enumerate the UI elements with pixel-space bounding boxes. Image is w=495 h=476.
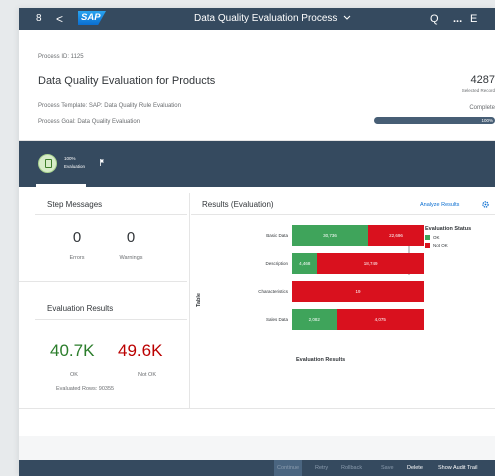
- process-template: Process Template: SAP: Data Quality Rule…: [38, 103, 181, 109]
- step-messages-title: Step Messages: [47, 200, 103, 209]
- page-title: Data Quality Evaluation for Products: [38, 75, 216, 87]
- warnings-label: Warnings: [119, 255, 143, 261]
- bar-segment[interactable]: 30,736: [292, 225, 368, 246]
- chevron-down-icon: [343, 15, 351, 21]
- card-divider: [189, 193, 190, 408]
- continue-button[interactable]: Continue: [274, 460, 303, 476]
- content-area: Step Messages 0 Errors 0 Warnings Evalua…: [19, 187, 495, 436]
- show-audit-trail-button[interactable]: Show Audit Trail: [438, 460, 477, 476]
- footer-toolbar: Continue Retry Rollback Save Delete Show Audi…: [19, 460, 495, 476]
- progress-label: 100%: [481, 118, 493, 123]
- progress-indicator: 100%: [374, 117, 495, 124]
- overflow-icon[interactable]: ...: [453, 8, 462, 30]
- results-title: Results (Evaluation): [202, 200, 274, 209]
- step-percent: 100%: [64, 156, 76, 161]
- chart-y-axis-title: Table: [196, 293, 202, 307]
- chart-x-axis-title: Evaluation Results: [296, 357, 346, 363]
- ok-value[interactable]: 40.7K: [50, 341, 94, 361]
- page: 8 < SAP Data Quality Evaluation Process …: [0, 0, 495, 476]
- save-button[interactable]: Save: [381, 460, 394, 476]
- data-label: 22,696: [389, 233, 403, 238]
- status-label: Complete: [469, 105, 495, 111]
- category-label: Characteristics: [258, 289, 288, 294]
- category-label: Sales Data: [265, 317, 288, 322]
- evaluated-rows: Evaluated Rows: 90355: [56, 386, 115, 392]
- delete-button[interactable]: Delete: [407, 460, 423, 476]
- flag-icon: [100, 159, 104, 166]
- legend-title: Evaluation Status: [425, 226, 472, 232]
- bar-segment[interactable]: 19: [292, 281, 424, 302]
- analyze-results-link[interactable]: Analyze Results: [420, 202, 459, 208]
- results-chart: Table Evaluation Results Evaluation Stat…: [191, 215, 495, 405]
- process-goal: Process Goal: Data Quality Evaluation: [38, 119, 141, 125]
- errors-count[interactable]: 0: [59, 229, 95, 246]
- bar-segment[interactable]: 18,749: [317, 253, 424, 274]
- evaluation-step-button[interactable]: [38, 154, 57, 173]
- anchor-bar: 100% Evaluation: [19, 141, 495, 187]
- clipboard-icon: [45, 159, 52, 168]
- not-ok-value[interactable]: 49.6K: [118, 341, 162, 361]
- shell-bar: 8 < SAP Data Quality Evaluation Process …: [19, 8, 495, 30]
- object-header: Process ID: 1125 Data Quality Evaluation…: [19, 30, 495, 141]
- divider: [19, 281, 187, 282]
- data-label: 19: [355, 289, 361, 294]
- divider: [19, 408, 495, 409]
- legend-label[interactable]: Not OK: [433, 243, 448, 248]
- divider: [35, 214, 187, 215]
- category-label: Description: [265, 261, 288, 266]
- app-window: 8 < SAP Data Quality Evaluation Process …: [19, 8, 495, 476]
- data-label: 18,749: [363, 261, 378, 266]
- shell-title[interactable]: Data Quality Evaluation Process: [194, 8, 351, 30]
- category-label: Basic Data: [266, 233, 288, 238]
- bar-segment[interactable]: 2,082: [292, 309, 337, 330]
- ok-label: OK: [70, 372, 78, 378]
- bar-segment[interactable]: 4,468: [292, 253, 318, 274]
- kpi-label: Selected Record: [461, 88, 495, 93]
- not-ok-label: Not OK: [137, 372, 157, 378]
- legend-label[interactable]: OK: [433, 235, 440, 240]
- legend-swatch: [425, 243, 430, 248]
- divider: [35, 319, 187, 320]
- user-icon[interactable]: 8: [36, 8, 42, 30]
- warnings-count[interactable]: 0: [111, 229, 151, 246]
- retry-button[interactable]: Retry: [315, 460, 328, 476]
- data-label: 2,082: [308, 317, 320, 322]
- sap-logo[interactable]: SAP: [78, 11, 106, 25]
- bar-segment[interactable]: 4,075: [336, 309, 424, 330]
- notifications-icon[interactable]: E: [470, 8, 477, 30]
- data-label: 30,736: [323, 233, 337, 238]
- shell-title-text: Data Quality Evaluation Process: [194, 13, 338, 24]
- legend-swatch: [425, 235, 430, 240]
- step-label: Evaluation: [64, 164, 86, 169]
- settings-icon[interactable]: [481, 200, 490, 209]
- back-icon[interactable]: <: [56, 8, 63, 30]
- data-label: 4,075: [374, 317, 386, 322]
- data-label: 4,468: [299, 261, 311, 266]
- errors-label: Errors: [69, 255, 85, 261]
- search-icon[interactable]: Q: [430, 8, 439, 30]
- bar-segment[interactable]: 22,696: [367, 225, 424, 246]
- process-id: Process ID: 1125: [38, 54, 84, 60]
- evaluation-results-title: Evaluation Results: [47, 304, 114, 313]
- rollback-button[interactable]: Rollback: [341, 460, 362, 476]
- kpi-value: 4287: [470, 74, 495, 86]
